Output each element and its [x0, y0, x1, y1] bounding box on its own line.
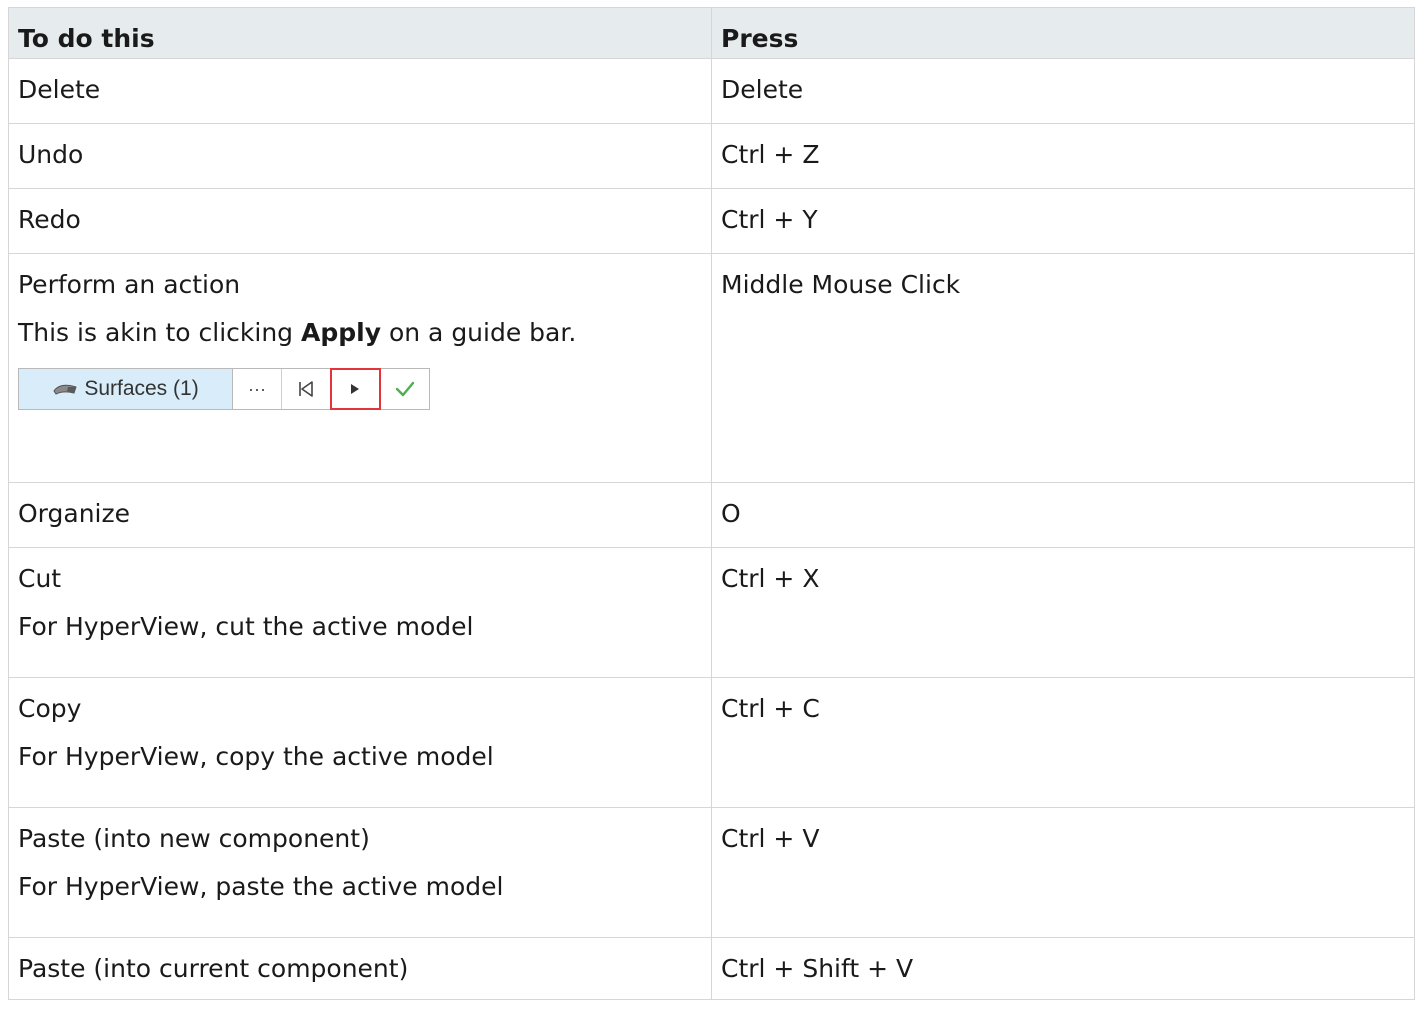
- keys-cell: O: [711, 482, 1415, 548]
- action-cell: Delete: [8, 58, 712, 124]
- selector-label: Surfaces (1): [84, 377, 199, 400]
- keys-cell: Ctrl + Shift + V: [711, 937, 1415, 1000]
- action-note: For HyperView, cut the active model: [18, 612, 474, 641]
- keys-cell: Ctrl + Y: [711, 188, 1415, 254]
- keys-cell: Ctrl + V: [711, 807, 1415, 938]
- action-cell: Paste (into new component) For HyperView…: [8, 807, 712, 938]
- more-options-button[interactable]: ···: [233, 369, 282, 409]
- table-header-row: To do this Press: [8, 7, 1415, 59]
- keys-cell: Middle Mouse Click: [711, 253, 1415, 483]
- action-cell: Cut For HyperView, cut the active model: [8, 547, 712, 678]
- apply-and-close-button[interactable]: [380, 369, 429, 409]
- action-note: For HyperView, copy the active model: [18, 742, 494, 771]
- table-row: Paste (into new component) For HyperView…: [8, 807, 1415, 938]
- guide-bar-selector[interactable]: Surfaces (1): [19, 369, 233, 409]
- keys-cell: Delete: [711, 58, 1415, 124]
- table-row: Cut For HyperView, cut the active model …: [8, 547, 1415, 678]
- keys-cell: Ctrl + X: [711, 547, 1415, 678]
- guide-bar-figure: Surfaces (1) ···: [18, 368, 430, 410]
- table-row: Paste (into current component) Ctrl + Sh…: [8, 937, 1415, 1000]
- play-icon: [351, 384, 359, 394]
- table-row: Perform an action This is akin to clicki…: [8, 253, 1415, 483]
- shortcut-table-container: To do this Press Delete Delete Undo Ctrl…: [8, 7, 1415, 1000]
- surface-icon: [53, 384, 77, 395]
- column-header-action: To do this: [8, 7, 712, 59]
- apply-button[interactable]: [330, 368, 381, 410]
- action-cell: Redo: [8, 188, 712, 254]
- keys-cell: Ctrl + Z: [711, 123, 1415, 189]
- table-row: Redo Ctrl + Y: [8, 188, 1415, 254]
- skip-back-icon: [299, 381, 313, 397]
- keyboard-shortcuts-table: To do this Press Delete Delete Undo Ctrl…: [8, 7, 1415, 1000]
- reset-button[interactable]: [282, 369, 331, 409]
- table-row: Undo Ctrl + Z: [8, 123, 1415, 189]
- table-row: Organize O: [8, 482, 1415, 548]
- column-header-keys: Press: [711, 7, 1415, 59]
- action-cell: Copy For HyperView, copy the active mode…: [8, 677, 712, 808]
- action-note: For HyperView, paste the active model: [18, 872, 504, 901]
- action-note: This is akin to clicking Apply on a guid…: [18, 318, 577, 347]
- action-cell: Perform an action This is akin to clicki…: [8, 253, 712, 483]
- check-icon: [395, 381, 414, 397]
- apply-term: Apply: [301, 318, 382, 347]
- action-cell: Organize: [8, 482, 712, 548]
- table-row: Copy For HyperView, copy the active mode…: [8, 677, 1415, 808]
- ellipsis-icon: ···: [248, 379, 266, 399]
- action-cell: Undo: [8, 123, 712, 189]
- keys-cell: Ctrl + C: [711, 677, 1415, 808]
- table-row: Delete Delete: [8, 58, 1415, 124]
- action-cell: Paste (into current component): [8, 937, 712, 1000]
